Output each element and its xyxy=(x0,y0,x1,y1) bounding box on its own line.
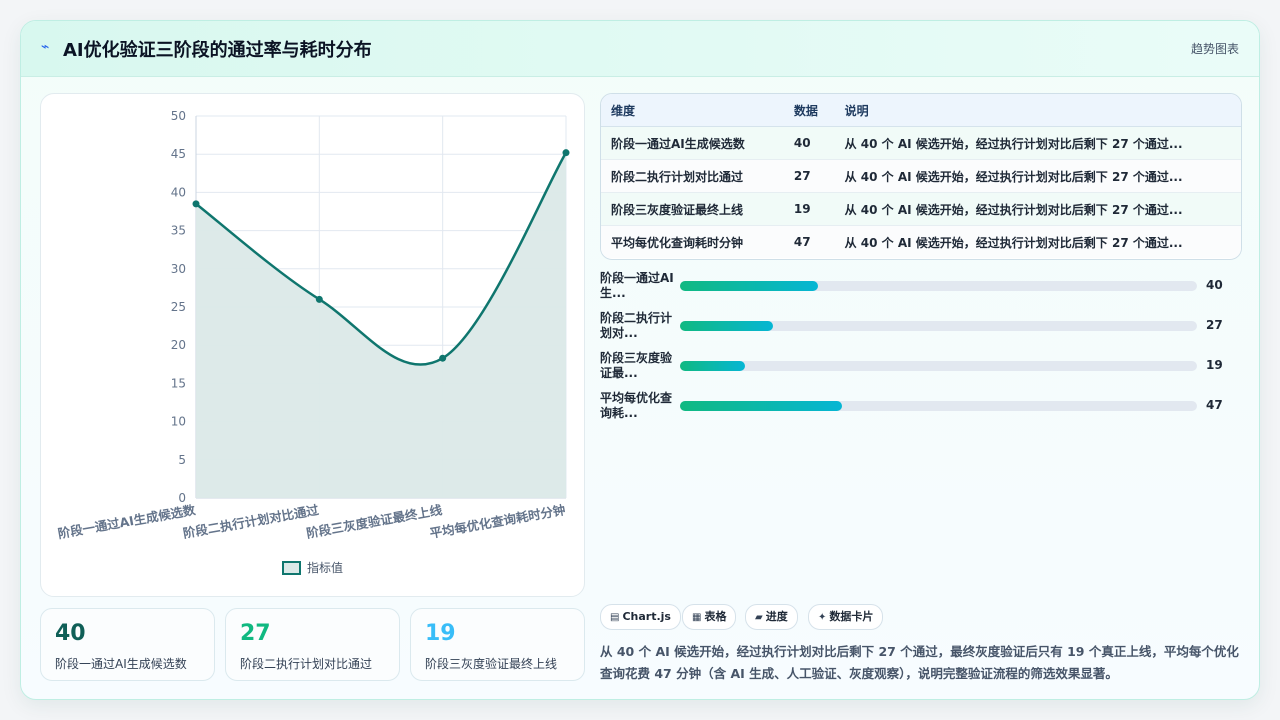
y-tick-label: 45 xyxy=(171,147,186,161)
kpi-label: 阶段二执行计划对比通过 xyxy=(240,657,373,671)
data-point xyxy=(192,200,200,208)
table-cell-description: 从 40 个 AI 候选开始，经过执行计划对比后剩下 27 个通过... xyxy=(834,126,1241,160)
x-tick-label: 阶段一通过AI生成候选数 xyxy=(57,502,197,541)
tag-label: 数据卡片 xyxy=(829,610,874,623)
table-cell-dimension: 平均每优化查询耗时分钟 xyxy=(601,225,784,258)
kpi-card-stage3: 19 阶段三灰度验证最终上线 xyxy=(410,608,585,681)
kpi-card-stage1: 40 阶段一通过AI生成候选数 xyxy=(40,608,215,681)
progress-value: 27 xyxy=(1206,318,1223,332)
chart-type-label: 趋势图表 xyxy=(1190,42,1239,56)
y-tick-label: 35 xyxy=(171,224,186,238)
tag-data-card[interactable]: ✦ 数据卡片 xyxy=(808,604,884,630)
table-header-row: 维度 数据 说明 xyxy=(601,94,1241,127)
summary-text: 从 40 个 AI 候选开始，经过执行计划对比后剩下 27 个通过，最终灰度验证… xyxy=(600,644,1239,681)
y-tick-label: 40 xyxy=(171,185,186,199)
tag-label: Chart.js xyxy=(622,610,671,623)
progress-row: 平均每优化查询耗... 47 xyxy=(600,391,1240,425)
data-point xyxy=(562,149,570,157)
kpi-label: 阶段一通过AI生成候选数 xyxy=(55,657,187,671)
kpi-value: 19 xyxy=(425,621,456,646)
legend-swatch xyxy=(282,561,301,575)
progress-track xyxy=(680,361,1197,371)
progress-icon: ▰ xyxy=(755,612,763,623)
data-table: 维度 数据 说明 阶段一通过AI生成候选数 40 从 40 个 AI 候选开始，… xyxy=(600,93,1242,260)
progress-track xyxy=(680,321,1197,331)
progress-fill xyxy=(680,281,818,291)
y-tick-label: 10 xyxy=(171,415,186,429)
line-chart: 05101520253035404550阶段一通过AI生成候选数阶段二执行计划对… xyxy=(57,109,570,575)
table-cell-description: 从 40 个 AI 候选开始，经过执行计划对比后剩下 27 个通过... xyxy=(834,225,1241,258)
table-row: 阶段二执行计划对比通过 27 从 40 个 AI 候选开始，经过执行计划对比后剩… xyxy=(601,159,1241,193)
data-point xyxy=(439,354,447,362)
table-row: 阶段三灰度验证最终上线 19 从 40 个 AI 候选开始，经过执行计划对比后剩… xyxy=(601,192,1241,226)
kpi-label: 阶段三灰度验证最终上线 xyxy=(425,657,558,671)
progress-track xyxy=(680,281,1197,291)
table-icon: ▦ xyxy=(692,612,702,623)
progress-fill xyxy=(680,361,746,371)
table-row: 平均每优化查询耗时分钟 47 从 40 个 AI 候选开始，经过执行计划对比后剩… xyxy=(601,225,1241,258)
chart-icon: ▤ xyxy=(610,612,620,623)
table-cell-dimension: 阶段一通过AI生成候选数 xyxy=(601,126,784,160)
kpi-value: 27 xyxy=(240,621,271,646)
tag-chartjs[interactable]: ▤ Chart.js xyxy=(600,604,681,630)
y-tick-label: 20 xyxy=(171,338,186,352)
y-tick-label: 50 xyxy=(171,109,186,123)
y-tick-label: 30 xyxy=(171,262,186,276)
progress-track xyxy=(680,401,1197,411)
kpi-value: 40 xyxy=(55,621,86,646)
table-cell-value: 19 xyxy=(783,192,835,226)
column-header-description: 说明 xyxy=(834,94,1241,127)
progress-row: 阶段一通过AI生... 40 xyxy=(600,271,1240,305)
table-cell-value: 47 xyxy=(783,225,835,258)
page-title: AI优化验证三阶段的通过率与耗时分布 xyxy=(63,40,372,61)
tag-label: 进度 xyxy=(765,610,788,623)
y-tick-label: 5 xyxy=(178,453,186,467)
table-cell-dimension: 阶段二执行计划对比通过 xyxy=(601,159,784,193)
progress-row: 阶段三灰度验证最... 19 xyxy=(600,351,1240,385)
x-tick-label: 阶段二执行计划对比通过 xyxy=(182,502,321,541)
progress-row: 阶段二执行计划对... 27 xyxy=(600,311,1240,345)
dashboard-card: ⌁ AI优化验证三阶段的通过率与耗时分布 趋势图表 0 5 10 15 20 25 30 35… xyxy=(20,20,1260,700)
progress-label: 阶段一通过AI生... xyxy=(600,271,674,300)
column-header-dimension: 维度 xyxy=(601,94,784,127)
table-cell-value: 27 xyxy=(783,159,835,193)
table-cell-value: 40 xyxy=(783,126,835,160)
progress-fill xyxy=(680,321,774,331)
tag-table[interactable]: ▦ 表格 xyxy=(682,604,737,630)
table-cell-description: 从 40 个 AI 候选开始，经过执行计划对比后剩下 27 个通过... xyxy=(834,192,1241,226)
y-tick-label: 25 xyxy=(171,300,186,314)
line-chart-panel: 0 5 10 15 20 25 30 35 40 45 50 阶段一通过AI生成候选数 阶段二执行计划对… xyxy=(40,93,585,597)
tag-label: 表格 xyxy=(704,610,727,623)
table-row: 阶段一通过AI生成候选数 40 从 40 个 AI 候选开始，经过执行计划对比后… xyxy=(601,126,1241,160)
trend-icon: ⌁ xyxy=(41,39,50,55)
progress-label: 平均每优化查询耗... xyxy=(600,391,673,420)
progress-value: 19 xyxy=(1206,358,1223,372)
kpi-card-stage2: 27 阶段二执行计划对比通过 xyxy=(225,608,400,681)
table-cell-dimension: 阶段三灰度验证最终上线 xyxy=(601,192,784,226)
progress-label: 阶段三灰度验证最... xyxy=(600,351,673,380)
progress-label: 阶段二执行计划对... xyxy=(600,311,673,340)
column-header-value: 数据 xyxy=(783,94,835,127)
table-cell-description: 从 40 个 AI 候选开始，经过执行计划对比后剩下 27 个通过... xyxy=(834,159,1241,193)
legend-label: 指标值 xyxy=(307,560,343,575)
data-point xyxy=(315,295,323,303)
progress-fill xyxy=(680,401,842,411)
card-header: ⌁ AI优化验证三阶段的通过率与耗时分布 趋势图表 xyxy=(21,21,1259,77)
progress-value: 40 xyxy=(1206,278,1223,292)
sparkle-icon: ✦ xyxy=(818,612,827,623)
area-fill xyxy=(196,152,566,498)
progress-value: 47 xyxy=(1206,398,1223,412)
y-tick-label: 15 xyxy=(171,376,186,390)
x-tick-label: 平均每优化查询耗时分钟 xyxy=(428,502,566,541)
tag-progress[interactable]: ▰ 进度 xyxy=(745,604,798,630)
x-tick-label: 阶段三灰度验证最终上线 xyxy=(305,502,444,541)
